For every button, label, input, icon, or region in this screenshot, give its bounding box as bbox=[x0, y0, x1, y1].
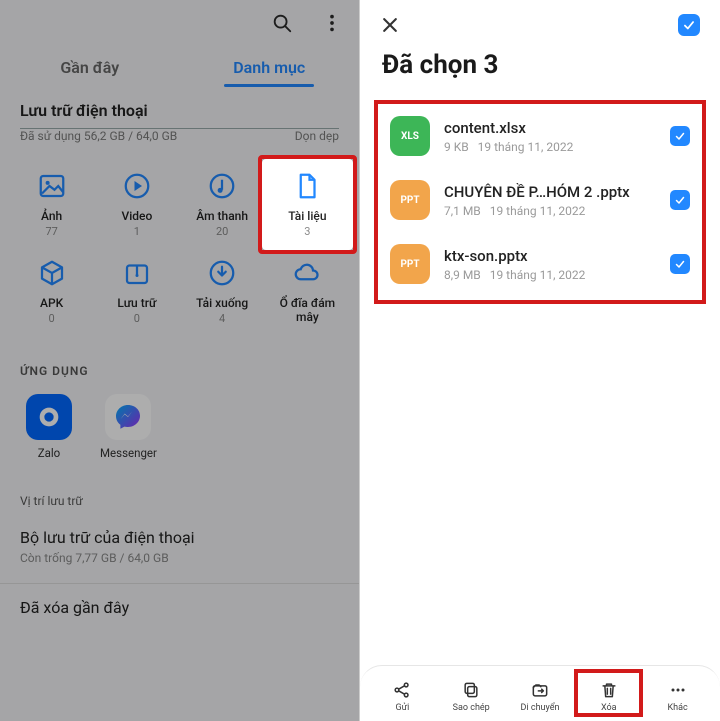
cloud-icon bbox=[268, 256, 347, 290]
loc-title: Bộ lưu trữ của điện thoại bbox=[20, 528, 339, 547]
action-label: Di chuyển bbox=[506, 703, 575, 713]
category-tile-doc[interactable]: Tài liệu 3 bbox=[266, 163, 349, 246]
category-tile-cloud[interactable]: Ổ đĩa đám mây bbox=[266, 250, 349, 334]
app-zalo[interactable]: Zalo bbox=[26, 394, 72, 460]
audio-icon bbox=[183, 169, 262, 203]
tile-count: 4 bbox=[183, 312, 262, 325]
move-icon bbox=[506, 679, 575, 701]
file-row[interactable]: PPT ktx-son.pptx 8,9 MB 19 tháng 11, 2022 bbox=[382, 232, 698, 296]
tile-count: 20 bbox=[183, 225, 262, 238]
file-row[interactable]: XLS content.xlsx 9 KB 19 tháng 11, 2022 bbox=[382, 104, 698, 168]
category-grid: Ảnh77Video1Âm thanh20Tài liệu3APK0Lưu tr… bbox=[0, 149, 359, 340]
file-type-icon: XLS bbox=[390, 116, 430, 156]
tile-count: 0 bbox=[97, 312, 176, 325]
loc-label: Vị trí lưu trữ bbox=[0, 474, 359, 518]
category-tile-apk[interactable]: APK 0 bbox=[10, 250, 93, 334]
copy-icon bbox=[437, 679, 506, 701]
file-name: CHUYÊN ĐỀ P…HÓM 2 .pptx bbox=[444, 183, 656, 201]
file-checkbox[interactable] bbox=[670, 254, 690, 274]
apps-row: Zalo Messenger bbox=[0, 388, 359, 474]
file-meta: 7,1 MB 19 tháng 11, 2022 bbox=[444, 204, 656, 218]
more-vertical-icon[interactable] bbox=[321, 12, 343, 34]
cleanup-button[interactable]: Dọn dẹp bbox=[295, 129, 339, 143]
topbar bbox=[0, 0, 359, 38]
screen-selection: Đã chọn 3 XLS content.xlsx 9 KB 19 tháng 1… bbox=[360, 0, 720, 721]
selection-topbar bbox=[360, 0, 720, 42]
msgr-icon bbox=[105, 394, 151, 440]
file-meta: 9 KB 19 tháng 11, 2022 bbox=[444, 140, 656, 154]
action-move[interactable]: Di chuyển bbox=[506, 677, 575, 713]
selected-files-box: XLS content.xlsx 9 KB 19 tháng 11, 2022 PPT… bbox=[374, 100, 706, 304]
file-meta: 8,9 MB 19 tháng 11, 2022 bbox=[444, 268, 656, 282]
category-tile-audio[interactable]: Âm thanh 20 bbox=[181, 163, 264, 246]
category-tile-image[interactable]: Ảnh 77 bbox=[10, 163, 93, 246]
category-tile-archive[interactable]: Lưu trữ 0 bbox=[95, 250, 178, 334]
file-name: ktx-son.pptx bbox=[444, 247, 656, 265]
category-tile-video[interactable]: Video 1 bbox=[95, 163, 178, 246]
file-info: ktx-son.pptx 8,9 MB 19 tháng 11, 2022 bbox=[444, 247, 656, 282]
share-icon bbox=[368, 679, 437, 701]
storage-location-item[interactable]: Bộ lưu trữ của điện thoại Còn trống 7,77… bbox=[0, 518, 359, 575]
tile-name: Tài liệu bbox=[268, 209, 347, 223]
apps-label: ỨNG DỤNG bbox=[0, 340, 359, 388]
loc-sub: Còn trống 7,77 GB / 64,0 GB bbox=[20, 551, 339, 565]
action-label: Khác bbox=[643, 703, 712, 713]
more-icon bbox=[643, 679, 712, 701]
tile-name: Ảnh bbox=[12, 209, 91, 223]
recently-deleted[interactable]: Đã xóa gần đây bbox=[0, 583, 359, 631]
image-icon bbox=[12, 169, 91, 203]
action-trash[interactable]: Xóa bbox=[574, 677, 643, 713]
bottom-action-bar: GửiSao chépDi chuyểnXóaKhác bbox=[360, 665, 720, 721]
app-name: Messenger bbox=[100, 446, 157, 460]
tile-name: Video bbox=[97, 209, 176, 223]
tab-categories[interactable]: Danh mục bbox=[180, 44, 360, 87]
action-label: Xóa bbox=[574, 703, 643, 713]
file-type-icon: PPT bbox=[390, 180, 430, 220]
storage-header: Lưu trữ điện thoại Đã sử dụng 56,2 GB / … bbox=[0, 87, 359, 149]
tile-name: Lưu trữ bbox=[97, 296, 176, 310]
file-checkbox[interactable] bbox=[670, 126, 690, 146]
zalo-icon bbox=[26, 394, 72, 440]
archive-icon bbox=[97, 256, 176, 290]
doc-icon bbox=[268, 169, 347, 203]
close-icon[interactable] bbox=[380, 15, 400, 35]
tile-name: Tải xuống bbox=[183, 296, 262, 310]
tile-count: 77 bbox=[12, 225, 91, 238]
action-more[interactable]: Khác bbox=[643, 677, 712, 713]
category-tile-download[interactable]: Tải xuống 4 bbox=[181, 250, 264, 334]
search-icon[interactable] bbox=[271, 12, 293, 34]
tile-name: Ổ đĩa đám mây bbox=[268, 296, 347, 324]
tile-count: 3 bbox=[268, 225, 347, 238]
tile-count: 1 bbox=[97, 225, 176, 238]
apk-icon bbox=[12, 256, 91, 290]
app-name: Zalo bbox=[26, 446, 72, 460]
action-label: Sao chép bbox=[437, 703, 506, 713]
selection-title: Đã chọn 3 bbox=[360, 42, 720, 96]
file-info: CHUYÊN ĐỀ P…HÓM 2 .pptx 7,1 MB 19 tháng 1… bbox=[444, 183, 656, 218]
file-info: content.xlsx 9 KB 19 tháng 11, 2022 bbox=[444, 119, 656, 154]
video-icon bbox=[97, 169, 176, 203]
file-type-icon: PPT bbox=[390, 244, 430, 284]
file-row[interactable]: PPT CHUYÊN ĐỀ P…HÓM 2 .pptx 7,1 MB 19 thán… bbox=[382, 168, 698, 232]
tile-name: Âm thanh bbox=[183, 209, 262, 223]
screen-categories: Gần đây Danh mục Lưu trữ điện thoại Đã s… bbox=[0, 0, 360, 721]
tab-recent[interactable]: Gần đây bbox=[0, 44, 180, 87]
file-checkbox[interactable] bbox=[670, 190, 690, 210]
app-msgr[interactable]: Messenger bbox=[100, 394, 157, 460]
tile-name: APK bbox=[12, 296, 91, 310]
select-all-checkbox[interactable] bbox=[678, 14, 700, 36]
storage-title: Lưu trữ điện thoại bbox=[20, 101, 339, 120]
action-label: Gửi bbox=[368, 703, 437, 713]
tabs: Gần đây Danh mục bbox=[0, 38, 359, 87]
action-share[interactable]: Gửi bbox=[368, 677, 437, 713]
storage-used: Đã sử dụng 56,2 GB / 64,0 GB bbox=[20, 129, 177, 143]
action-copy[interactable]: Sao chép bbox=[437, 677, 506, 713]
download-icon bbox=[183, 256, 262, 290]
trash-icon bbox=[574, 679, 643, 701]
tile-count: 0 bbox=[12, 312, 91, 325]
file-name: content.xlsx bbox=[444, 119, 656, 137]
